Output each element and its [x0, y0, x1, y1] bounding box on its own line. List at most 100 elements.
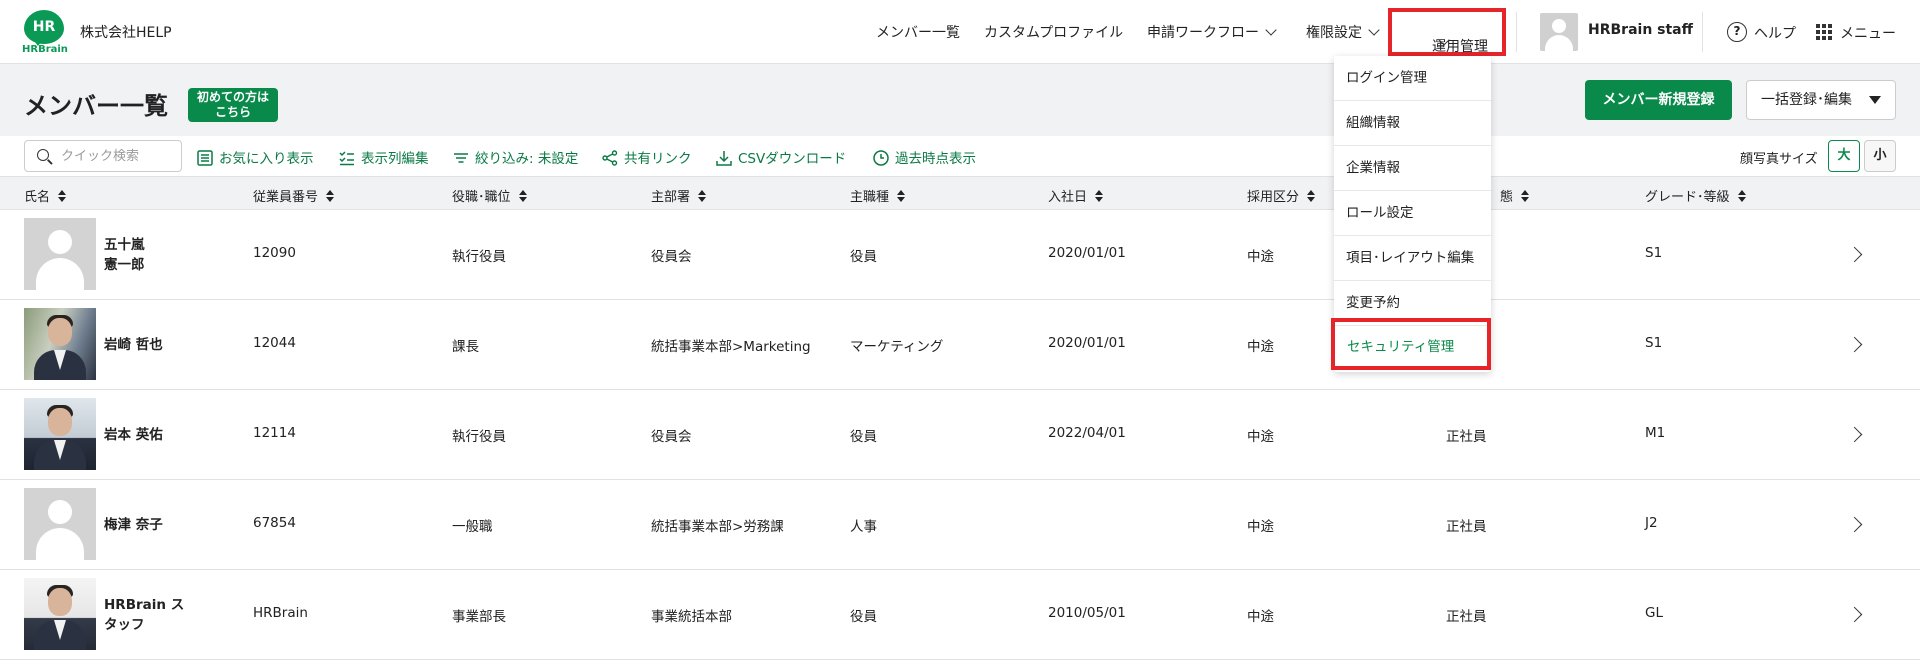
column-header-dept[interactable]: 主部署 [651, 186, 707, 205]
sort-icon [1307, 190, 1316, 203]
hire-type: 中途 [1247, 519, 1274, 535]
position: 事業部長 [452, 609, 506, 625]
logo-brand-text: HRBrain [22, 44, 68, 55]
avatar-head [1552, 19, 1566, 33]
menu-item-org-info[interactable]: 組織情報 [1334, 101, 1491, 146]
new-member-button[interactable]: メンバー新規登録 [1585, 80, 1732, 120]
column-header-join-date[interactable]: 入社日 [1048, 186, 1104, 205]
department: 統括事業本部>労務課 [651, 519, 784, 535]
position: 執行役員 [452, 429, 506, 445]
user-avatar[interactable] [1540, 13, 1578, 51]
nav-permissions[interactable]: 権限設定 [1306, 22, 1380, 42]
table-row[interactable]: 梅津 奈子 67854 一般職 統括事業本部>労務課 人事 中途 正社員 J2 [0, 480, 1920, 570]
position: 課長 [452, 339, 479, 355]
download-icon [716, 151, 732, 166]
grade: S1 [1645, 245, 1663, 261]
join-date: 2022/04/01 [1048, 425, 1126, 441]
department: 統括事業本部>Marketing [651, 339, 811, 355]
filter-label: 絞り込み: 未設定 [475, 151, 579, 167]
join-date: 2010/05/01 [1048, 605, 1126, 621]
menu-item-login-management[interactable]: ログイン管理 [1334, 56, 1491, 101]
menu-item-role-settings[interactable]: ロール設定 [1334, 191, 1491, 236]
search-icon-handle [47, 159, 53, 165]
chevron-right-icon[interactable] [1846, 606, 1863, 623]
member-name[interactable]: 岩崎 哲也 [104, 335, 194, 355]
join-date: 2020/01/01 [1048, 245, 1126, 261]
filter-button[interactable]: 絞り込み: 未設定 [453, 147, 578, 167]
employee-number: 12114 [253, 425, 296, 441]
sort-icon [698, 190, 707, 203]
member-name[interactable]: HRBrain スタッフ [104, 595, 194, 635]
chevron-right-icon[interactable] [1846, 336, 1863, 353]
filter-icon [454, 153, 468, 163]
user-name[interactable]: HRBrain staff [1588, 22, 1693, 38]
nav-workflow[interactable]: 申請ワークフロー [1147, 22, 1277, 42]
menu-item-security-management[interactable]: セキュリティ管理 [1331, 318, 1491, 370]
columns-edit-button[interactable]: 表示列編集 [339, 147, 429, 167]
column-header-job[interactable]: 主職種 [850, 186, 906, 205]
department: 事業統括本部 [651, 609, 732, 625]
bulk-edit-button[interactable]: 一括登録･編集 [1746, 80, 1896, 120]
table-row[interactable]: 岩崎 哲也 12044 課長 統括事業本部>Marketing マーケティング … [0, 300, 1920, 390]
photo-size-small-button[interactable]: 小 [1864, 140, 1896, 172]
beginner-guide-button[interactable]: 初めての方は こちら [188, 88, 278, 122]
member-photo-placeholder [24, 218, 96, 290]
checklist-icon [339, 151, 354, 166]
column-header-emp-no[interactable]: 従業員番号 [253, 186, 335, 205]
menu-item-company-info[interactable]: 企業情報 [1334, 146, 1491, 191]
member-name[interactable]: 梅津 奈子 [104, 515, 194, 535]
column-header-status[interactable]: 態 [1500, 186, 1530, 205]
table-header: 氏名 従業員番号 役職･職位 主部署 主職種 入社日 採用区分 態 グレード･等… [0, 176, 1920, 210]
search-input[interactable] [61, 147, 177, 165]
department: 役員会 [651, 429, 692, 445]
company-name: 株式会社HELP [80, 25, 172, 41]
nav-member-list[interactable]: メンバー一覧 [876, 22, 960, 42]
column-header-name[interactable]: 氏名 [24, 186, 67, 205]
beginner-line2: こちら [214, 105, 251, 119]
grade: M1 [1645, 425, 1666, 441]
job-type: 役員 [850, 429, 877, 445]
nav-custom-profile[interactable]: カスタムプロファイル [984, 22, 1123, 42]
member-photo [24, 398, 96, 470]
chevron-down-icon [1368, 24, 1380, 36]
sort-icon [1737, 190, 1746, 203]
caret-down-icon [1869, 96, 1881, 104]
column-header-grade[interactable]: グレード･等級 [1645, 186, 1746, 205]
quick-search[interactable] [24, 140, 182, 172]
table-row[interactable]: HRBrain スタッフ HRBrain 事業部長 事業統括本部 役員 2010… [0, 570, 1920, 660]
history-view-button[interactable]: 過去時点表示 [873, 147, 976, 167]
menu-item-security-label: セキュリティ管理 [1347, 339, 1455, 355]
hrbrain-logo[interactable]: HR HRBrain [22, 10, 68, 55]
chevron-right-icon[interactable] [1846, 246, 1863, 263]
chevron-right-icon[interactable] [1846, 426, 1863, 443]
columns-edit-label: 表示列編集 [361, 151, 429, 167]
grid-menu-icon[interactable] [1816, 24, 1832, 40]
sort-icon [518, 190, 527, 203]
employee-number: 67854 [253, 515, 296, 531]
member-name[interactable]: 岩本 英佑 [104, 425, 194, 445]
favorites-label: お気に入り表示 [219, 151, 314, 167]
column-header-hire-type[interactable]: 採用区分 [1247, 186, 1316, 205]
share-link-button[interactable]: 共有リンク [602, 147, 692, 167]
member-photo [24, 578, 96, 650]
table-row[interactable]: 五十嵐 憲一郎 12090 執行役員 役員会 役員 2020/01/01 中途 S… [0, 210, 1920, 300]
column-header-position[interactable]: 役職･職位 [452, 186, 527, 205]
csv-download-label: CSVダウンロード [738, 151, 847, 167]
csv-download-button[interactable]: CSVダウンロード [716, 147, 846, 167]
hire-type: 中途 [1247, 609, 1274, 625]
job-type: 人事 [850, 519, 877, 535]
favorites-button[interactable]: お気に入り表示 [197, 147, 314, 167]
chevron-right-icon[interactable] [1846, 516, 1863, 533]
member-name[interactable]: 五十嵐 憲一郎 [104, 235, 194, 275]
help-icon[interactable]: ? [1727, 22, 1747, 42]
photo-size-large-button[interactable]: 大 [1828, 140, 1860, 172]
menu-link[interactable]: メニュー [1840, 23, 1896, 43]
menu-item-layout-edit[interactable]: 項目･レイアウト編集 [1334, 236, 1491, 281]
job-type: マーケティング [850, 339, 944, 355]
beginner-line1: 初めての方は [196, 90, 269, 104]
help-link[interactable]: ヘルプ [1754, 23, 1796, 43]
nav-operations[interactable]: 運用管理 [1388, 8, 1506, 56]
top-header: HR HRBrain 株式会社HELP メンバー一覧 カスタムプロファイル 申請… [0, 0, 1920, 64]
table-row[interactable]: 岩本 英佑 12114 執行役員 役員会 役員 2022/04/01 中途 正社… [0, 390, 1920, 480]
header-divider [1702, 12, 1703, 52]
